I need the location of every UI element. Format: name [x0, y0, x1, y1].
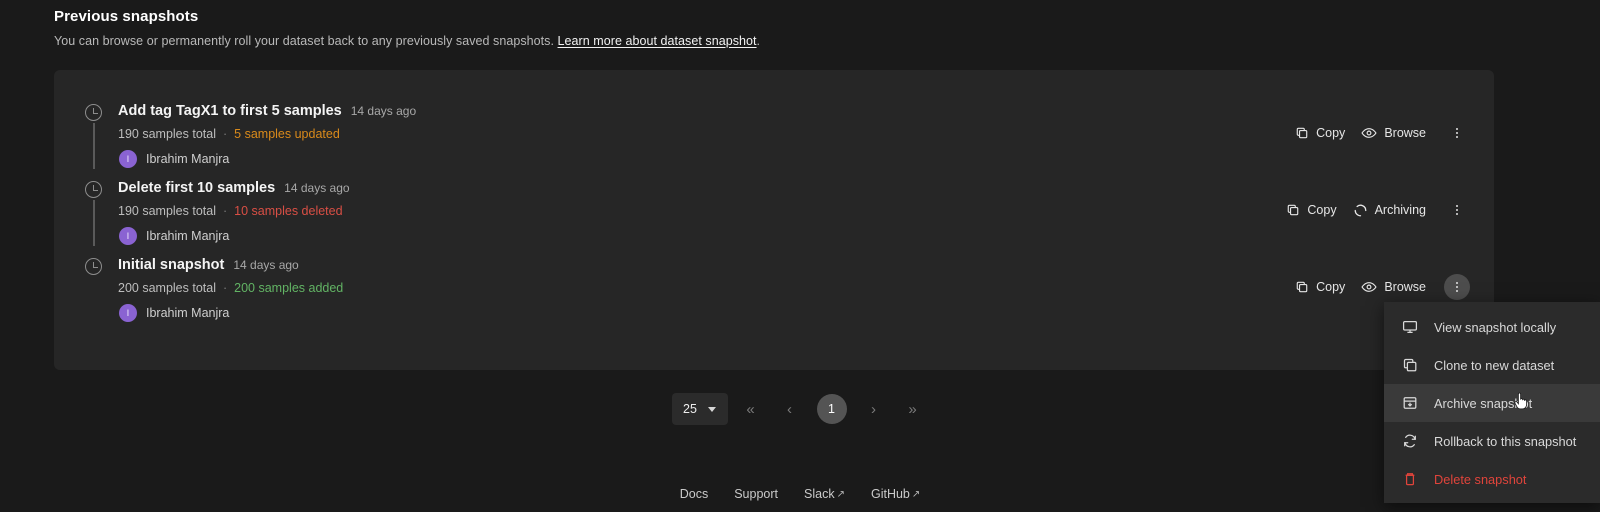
timeline-column	[80, 147, 118, 246]
row-actions: Copy Browse	[1295, 70, 1470, 146]
snapshots-page: Previous snapshots You can browse or per…	[0, 0, 1600, 512]
snapshots-card: Add tag TagX1 to first 5 samples 14 days…	[54, 70, 1494, 370]
eye-icon	[1361, 126, 1377, 140]
mouse-cursor-icon	[1513, 392, 1529, 412]
timeline-column	[80, 70, 118, 169]
menu-item-delete-snapshot[interactable]: Delete snapshot	[1384, 460, 1600, 498]
snapshot-age: 14 days ago	[233, 258, 299, 272]
snapshot-total: 200 samples total	[118, 281, 216, 295]
row-menu-button-active[interactable]	[1444, 274, 1470, 300]
archiving-status: Archiving	[1353, 203, 1426, 218]
snapshot-author: Ibrahim Manjra	[146, 306, 230, 320]
snapshot-age: 14 days ago	[284, 181, 350, 195]
snapshot-row[interactable]: Add tag TagX1 to first 5 samples 14 days…	[54, 70, 1494, 169]
menu-item-label: Clone to new dataset	[1434, 357, 1555, 373]
snapshot-age: 14 days ago	[350, 104, 417, 118]
page-title: Previous snapshots	[54, 8, 199, 25]
footer-link-label: GitHub	[870, 487, 910, 501]
copy-icon	[1295, 126, 1309, 140]
external-link-icon: ↗	[911, 488, 921, 500]
chevron-down-icon	[707, 406, 716, 412]
prev-page-button[interactable]: ‹	[774, 393, 806, 425]
copy-button[interactable]: Copy	[1295, 126, 1345, 140]
first-page-button[interactable]: «	[735, 393, 767, 425]
external-link-icon: ↗	[836, 488, 845, 500]
footer: Docs Support Slack ↗ GitHub ↗	[0, 487, 1600, 501]
meta-separator: ·	[222, 204, 228, 218]
menu-item-label: View snapshot locally	[1434, 319, 1557, 335]
snapshot-name: Initial snapshot	[118, 257, 225, 273]
snapshot-name: Delete first 10 samples	[118, 180, 276, 196]
page-number-1[interactable]: 1	[816, 394, 847, 424]
clock-icon	[85, 258, 102, 275]
copy-icon	[1286, 203, 1300, 217]
page-size-select[interactable]: 25	[671, 393, 728, 425]
snapshots-list: Add tag TagX1 to first 5 samples 14 days…	[54, 70, 1494, 322]
browse-button[interactable]: Browse	[1361, 126, 1426, 140]
page-subtitle: You can browse or permanently roll your …	[54, 34, 760, 48]
archive-icon	[1402, 395, 1418, 411]
row-actions: Copy Browse	[1295, 224, 1470, 300]
copy-label: Copy	[1316, 280, 1346, 294]
status-label: Browse	[1384, 126, 1426, 140]
snapshot-context-menu: View snapshot locally Clone to new datas…	[1384, 302, 1600, 503]
copy-icon	[1402, 357, 1418, 373]
refresh-icon	[1402, 433, 1418, 449]
snapshot-total: 190 samples total	[118, 127, 216, 141]
last-page-button[interactable]: »	[897, 393, 929, 425]
menu-item-archive-snapshot[interactable]: Archive snapshot	[1384, 384, 1600, 422]
page-size-value: 25	[683, 402, 697, 416]
menu-item-clone-to-new-dataset[interactable]: Clone to new dataset	[1384, 346, 1600, 384]
clock-icon	[85, 181, 102, 198]
menu-item-label: Delete snapshot	[1434, 471, 1527, 487]
copy-icon	[1295, 280, 1309, 294]
snapshot-total: 190 samples total	[118, 204, 216, 218]
footer-link-label: Support	[734, 487, 778, 501]
meta-separator: ·	[222, 281, 228, 295]
menu-item-rollback-to-this-snapshot[interactable]: Rollback to this snapshot	[1384, 422, 1600, 460]
menu-item-label: Rollback to this snapshot	[1434, 433, 1577, 449]
meta-separator: ·	[222, 127, 228, 141]
eye-icon	[1361, 280, 1377, 294]
footer-link-docs[interactable]: Docs	[680, 487, 708, 501]
page-header: Previous snapshots You can browse or per…	[54, 8, 760, 48]
copy-label: Copy	[1307, 203, 1337, 217]
footer-link-slack[interactable]: Slack ↗	[804, 487, 845, 501]
snapshot-row[interactable]: Initial snapshot 14 days ago 200 samples…	[54, 224, 1494, 322]
snapshot-change: 10 samples deleted	[234, 204, 343, 218]
footer-link-github[interactable]: GitHub ↗	[871, 487, 920, 501]
spinner-icon	[1353, 203, 1368, 218]
copy-button[interactable]: Copy	[1286, 203, 1337, 217]
pagination: 25 « ‹ 1 › »	[0, 393, 1600, 425]
row-menu-button[interactable]	[1444, 197, 1470, 223]
copy-button[interactable]: Copy	[1295, 280, 1345, 294]
trash-icon	[1402, 471, 1418, 487]
status-label: Archiving	[1374, 203, 1426, 217]
footer-link-support[interactable]: Support	[734, 487, 778, 501]
copy-label: Copy	[1316, 126, 1346, 140]
snapshot-change: 5 samples updated	[234, 127, 340, 141]
monitor-icon	[1402, 319, 1418, 335]
row-menu-button[interactable]	[1444, 120, 1470, 146]
snapshot-row[interactable]: Delete first 10 samples 14 days ago 190 …	[54, 147, 1494, 246]
learn-more-link[interactable]: Learn more about dataset snapshot	[558, 34, 757, 48]
subtitle-text: You can browse or permanently roll your …	[54, 34, 554, 48]
subtitle-period: .	[756, 34, 761, 48]
menu-item-view-snapshot-locally[interactable]: View snapshot locally	[1384, 308, 1600, 346]
snapshot-name: Add tag TagX1 to first 5 samples	[118, 103, 342, 119]
footer-link-label: Slack	[804, 487, 835, 501]
timeline-column	[80, 224, 118, 275]
snapshot-change: 200 samples added	[234, 281, 344, 295]
status-label: Browse	[1384, 280, 1426, 294]
avatar: I	[119, 304, 137, 322]
snapshot-info: Initial snapshot 14 days ago 200 samples…	[118, 224, 1295, 322]
row-actions: Copy Archiving	[1286, 147, 1470, 223]
footer-link-label: Docs	[679, 487, 709, 501]
clock-icon	[85, 104, 102, 121]
next-page-button[interactable]: ›	[858, 393, 890, 425]
browse-button[interactable]: Browse	[1361, 280, 1426, 294]
